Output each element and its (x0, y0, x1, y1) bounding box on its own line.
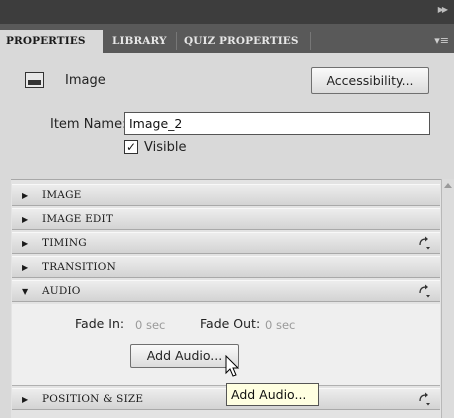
mouse-pointer-icon (225, 354, 241, 379)
scroll-up-arrow-icon[interactable] (444, 183, 452, 188)
tab-divider (310, 32, 311, 50)
panel-menu-icon[interactable]: ▾≡ (434, 34, 449, 47)
expand-arrow-icon: ▶ (22, 395, 29, 404)
visible-label: Visible (144, 140, 187, 155)
item-name-field[interactable] (124, 112, 430, 135)
section-transition[interactable]: ▶ TRANSITION (12, 256, 440, 278)
properties-panel: ▶▶ PROPERTIES LIBRARY QUIZ PROPERTIES ▾≡… (0, 0, 454, 418)
section-timing[interactable]: ▶ TIMING (12, 232, 440, 254)
item-type-label: Image (65, 73, 106, 88)
vertical-scrollbar[interactable] (441, 179, 454, 418)
fade-out-label: Fade Out: (200, 316, 261, 331)
tab-strip: PROPERTIES LIBRARY QUIZ PROPERTIES ▾≡ (0, 24, 454, 53)
tab-library[interactable]: LIBRARY (106, 30, 174, 53)
add-audio-button[interactable]: Add Audio... (130, 344, 239, 368)
collapse-arrow-icon: ▼ (22, 287, 29, 296)
tooltip: Add Audio... (226, 383, 319, 406)
section-label: AUDIO (42, 285, 81, 297)
expand-arrow-icon: ▶ (22, 191, 29, 200)
section-label: IMAGE EDIT (42, 213, 114, 225)
tab-properties[interactable]: PROPERTIES (0, 30, 103, 53)
image-icon (25, 72, 44, 88)
reset-icon[interactable] (418, 236, 430, 250)
double-chevron-right-icon[interactable]: ▶▶ (438, 5, 448, 14)
tab-divider (176, 32, 177, 50)
section-image[interactable]: ▶ IMAGE (12, 184, 440, 206)
fade-in-value[interactable]: 0 sec (135, 318, 165, 332)
visible-checkbox[interactable]: ✓ (124, 140, 138, 154)
section-audio[interactable]: ▼ AUDIO (12, 280, 440, 302)
expand-arrow-icon: ▶ (22, 215, 29, 224)
expand-arrow-icon: ▶ (22, 263, 29, 272)
item-name-label: Item Name: (50, 117, 127, 132)
accessibility-button[interactable]: Accessibility... (311, 67, 429, 94)
section-image-edit[interactable]: ▶ IMAGE EDIT (12, 208, 440, 230)
section-label: TRANSITION (42, 261, 116, 273)
reset-icon[interactable] (418, 392, 430, 406)
fade-in-label: Fade In: (75, 316, 125, 331)
expand-arrow-icon: ▶ (22, 239, 29, 248)
reset-icon[interactable] (418, 284, 430, 298)
panel-title-bar: ▶▶ (0, 0, 454, 24)
section-label: IMAGE (42, 189, 82, 201)
section-label: TIMING (42, 237, 87, 249)
fade-out-value[interactable]: 0 sec (265, 318, 295, 332)
section-label: POSITION & SIZE (42, 393, 144, 405)
tab-quiz-properties[interactable]: QUIZ PROPERTIES (178, 30, 308, 53)
